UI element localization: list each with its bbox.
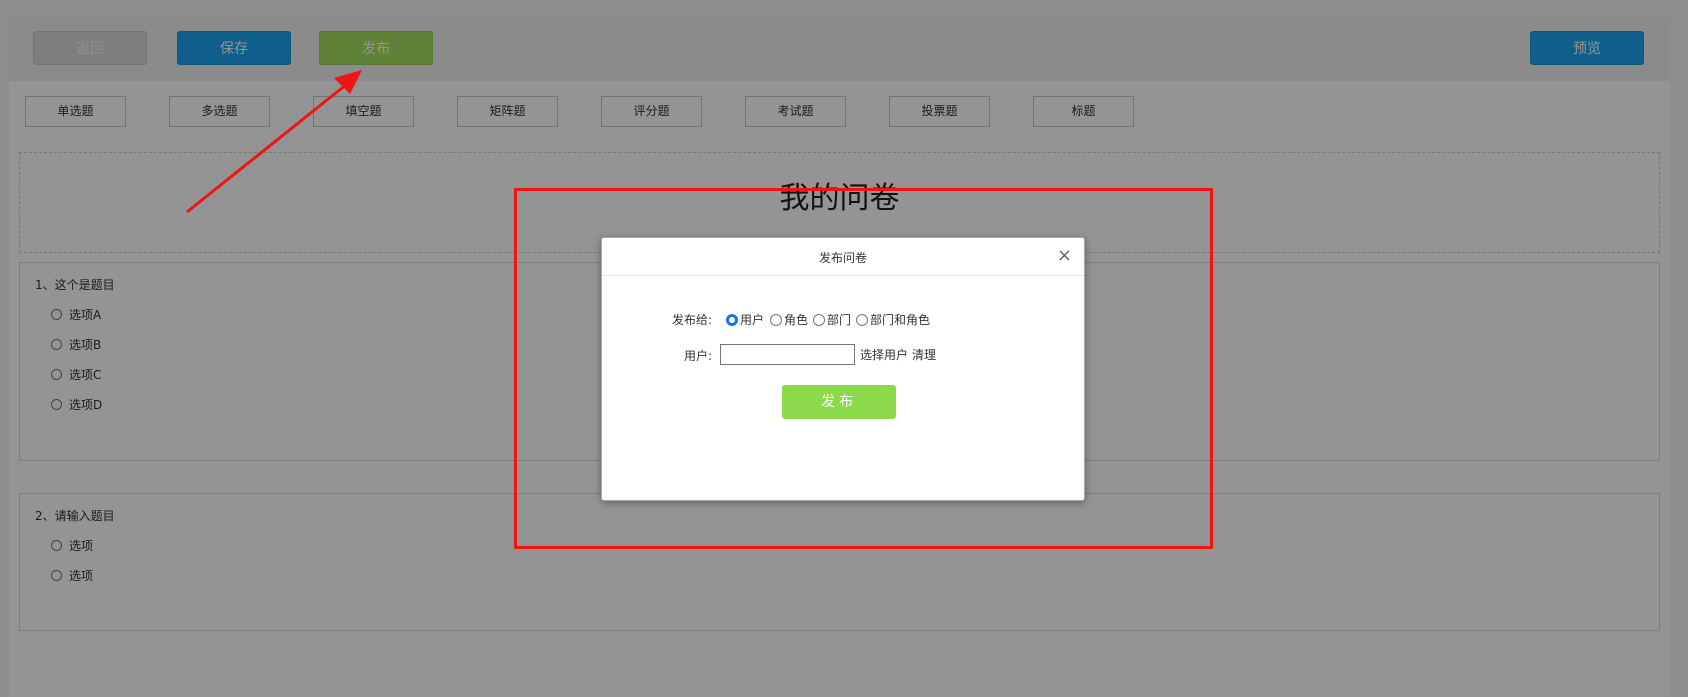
target-option-label: 用户 xyxy=(740,313,765,327)
target-option-department[interactable]: 部门 xyxy=(813,311,851,328)
select-user-link[interactable]: 选择用户 xyxy=(860,346,908,363)
radio-icon[interactable] xyxy=(813,314,825,326)
publish-dialog: 发布问卷 × 发布给: 用户 角色 部门 部门和角色 用户: 选择用户 清理 发… xyxy=(601,237,1085,501)
radio-icon[interactable] xyxy=(770,314,782,326)
target-option-role[interactable]: 角色 xyxy=(770,311,808,328)
target-option-department-and-role[interactable]: 部门和角色 xyxy=(856,311,930,328)
dialog-header: 发布问卷 × xyxy=(602,238,1084,276)
clear-link[interactable]: 清理 xyxy=(912,346,936,363)
publish-target-label: 发布给: xyxy=(671,313,712,327)
dialog-title: 发布问卷 xyxy=(818,251,867,265)
radio-icon[interactable] xyxy=(856,314,868,326)
target-option-label: 角色 xyxy=(784,313,809,327)
user-field-label: 用户: xyxy=(683,349,712,363)
close-icon[interactable]: × xyxy=(1057,247,1072,265)
target-option-label: 部门和角色 xyxy=(870,313,931,327)
dialog-publish-button[interactable]: 发布 xyxy=(782,385,896,419)
user-input[interactable] xyxy=(720,344,855,365)
target-option-user[interactable]: 用户 xyxy=(726,311,764,328)
target-option-label: 部门 xyxy=(827,313,852,327)
radio-icon[interactable] xyxy=(726,314,738,326)
